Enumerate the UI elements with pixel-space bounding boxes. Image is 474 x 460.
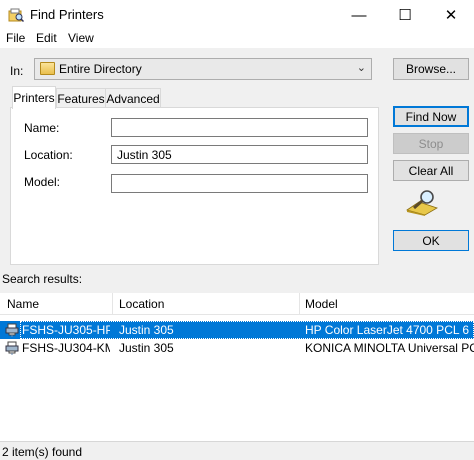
title-bar: Find Printers — ☐ ✕: [0, 0, 474, 30]
minimize-button[interactable]: —: [336, 0, 382, 30]
row-location: Justin 305: [119, 341, 174, 355]
status-text: 2 item(s) found: [2, 445, 83, 459]
row-model: KONICA MINOLTA Universal PCL: [305, 341, 474, 355]
magnifier-search-icon: [406, 190, 438, 216]
ok-button[interactable]: OK: [393, 230, 469, 251]
model-label: Model:: [24, 175, 61, 189]
column-header-location[interactable]: Location: [119, 297, 164, 311]
dialog-body: In: Entire Directory ⌄ Browse... Printer…: [0, 48, 474, 460]
chevron-down-icon: ⌄: [356, 62, 366, 74]
menu-file[interactable]: File: [6, 31, 25, 45]
browse-button[interactable]: Browse...: [393, 58, 469, 80]
menu-edit[interactable]: Edit: [36, 31, 57, 45]
row-model: HP Color LaserJet 4700 PCL 6: [305, 323, 470, 337]
close-button[interactable]: ✕: [428, 0, 474, 30]
search-results-list[interactable]: Name Location Model FSHS-JU305-HP... Jus…: [0, 293, 474, 441]
location-label: Location:: [24, 148, 73, 162]
table-row[interactable]: FSHS-JU305-HP... Justin 305 HP Color Las…: [0, 321, 474, 339]
scope-value: Entire Directory: [59, 62, 142, 76]
tab-printers[interactable]: Printers: [12, 86, 56, 109]
stop-button[interactable]: Stop: [393, 133, 469, 154]
row-location: Justin 305: [119, 323, 174, 337]
row-name: FSHS-JU304-KM...: [22, 341, 110, 355]
list-header: Name Location Model: [0, 293, 474, 315]
status-bar: 2 item(s) found: [0, 441, 474, 460]
in-label: In:: [10, 64, 24, 78]
maximize-button[interactable]: ☐: [382, 0, 428, 30]
column-divider[interactable]: [299, 293, 300, 315]
find-printers-icon: [8, 8, 24, 23]
menu-bar: File Edit View: [0, 30, 474, 48]
name-label: Name:: [24, 121, 60, 135]
table-row[interactable]: FSHS-JU304-KM... Justin 305 KONICA MINOL…: [0, 339, 474, 357]
network-printer-icon: [5, 341, 19, 355]
menu-view[interactable]: View: [68, 31, 94, 45]
search-results-label: Search results:: [2, 272, 83, 286]
model-field[interactable]: [111, 174, 368, 193]
window-title: Find Printers: [30, 7, 104, 22]
column-header-name[interactable]: Name: [7, 297, 39, 311]
find-now-button[interactable]: Find Now: [393, 106, 469, 127]
row-name: FSHS-JU305-HP...: [22, 323, 110, 337]
name-field[interactable]: [111, 118, 368, 137]
tab-advanced[interactable]: Advanced: [105, 88, 161, 108]
column-header-model[interactable]: Model: [305, 297, 338, 311]
column-divider[interactable]: [112, 293, 113, 315]
tab-features[interactable]: Features: [56, 88, 106, 108]
clear-all-button[interactable]: Clear All: [393, 160, 469, 181]
directory-icon: [40, 62, 55, 75]
scope-dropdown[interactable]: Entire Directory ⌄: [34, 58, 372, 80]
location-field[interactable]: Justin 305: [111, 145, 368, 164]
network-printer-icon: [5, 323, 19, 337]
